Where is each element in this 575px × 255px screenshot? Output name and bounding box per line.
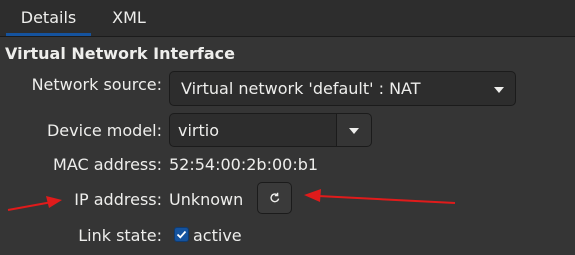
annotation-arrow-right [304, 189, 456, 204]
annotation-arrow-left [7, 196, 62, 211]
network-interface-details-panel: Details XML Virtual Network Interface Ne… [0, 0, 575, 255]
annotation-arrows [7, 189, 456, 211]
